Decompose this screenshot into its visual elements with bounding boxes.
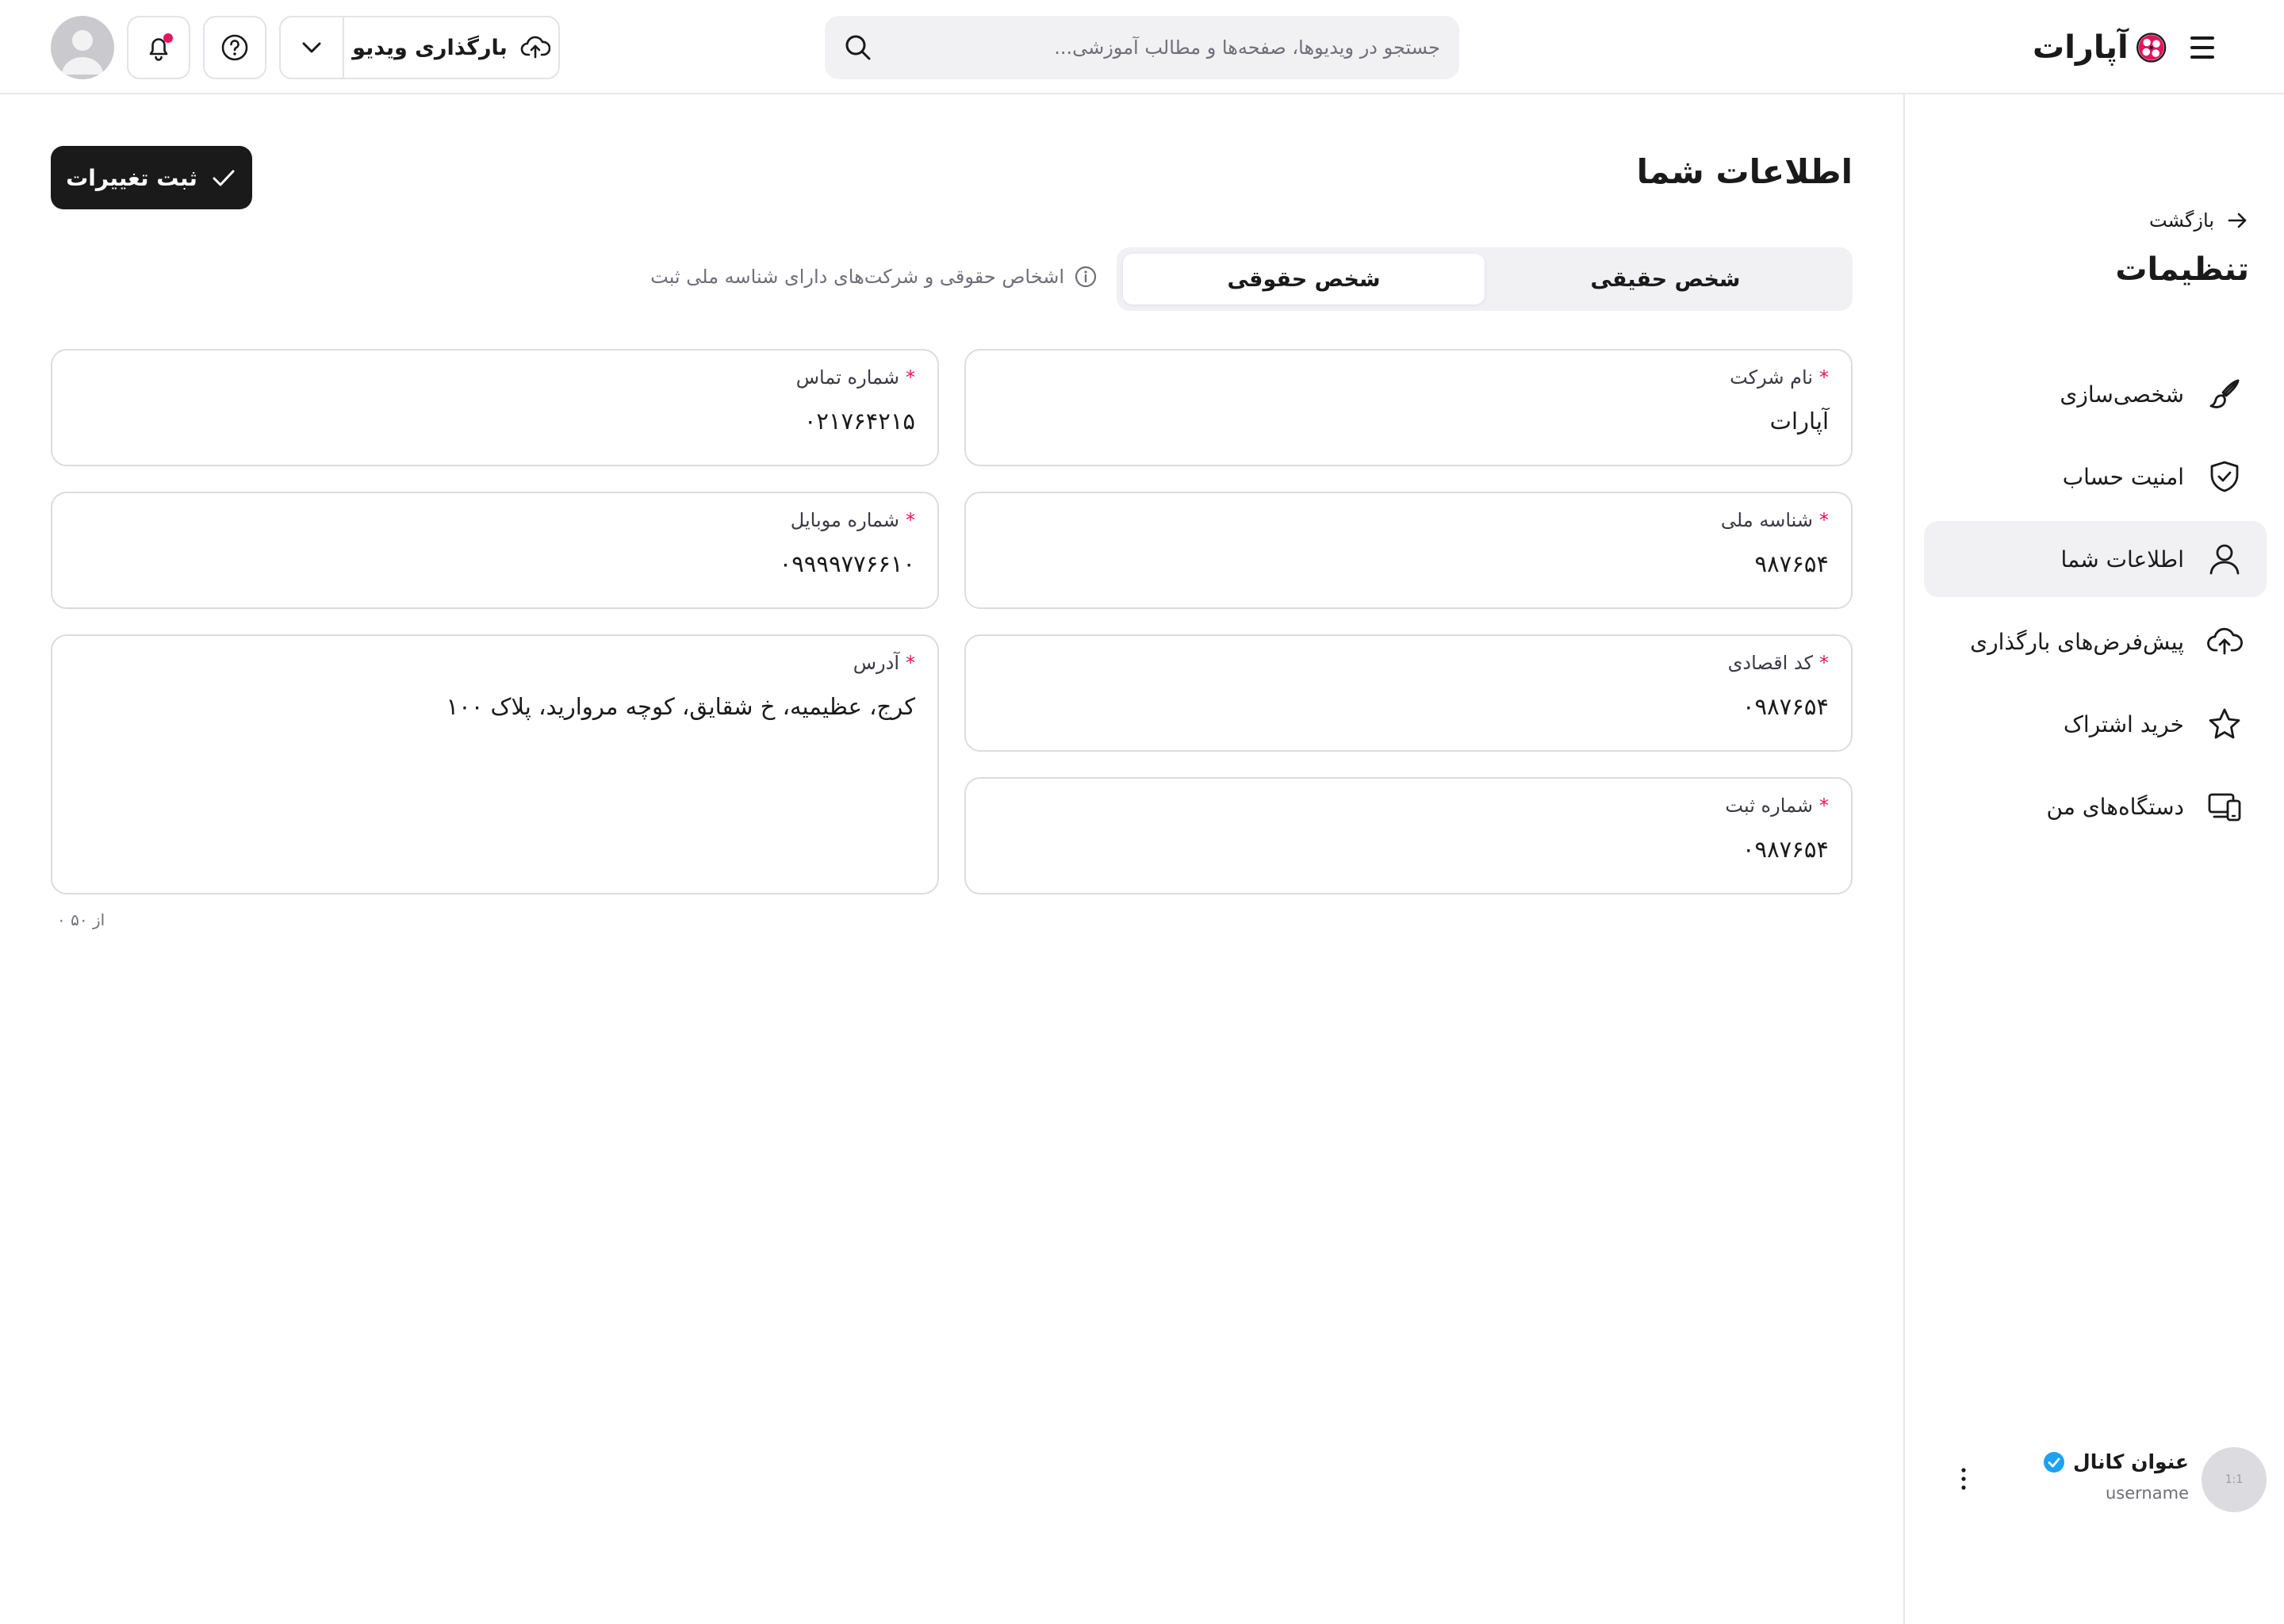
address-char-counter: ۰ از ۵۰ (57, 910, 105, 929)
info-icon (1075, 266, 1097, 288)
required-mark: * (1819, 366, 1829, 389)
arrow-right-icon (2228, 213, 2247, 228)
required-mark: * (1819, 652, 1829, 674)
channel-name-row: عنوان کانال (2043, 1450, 2189, 1473)
mobile-number-label: شماره موبایل (790, 509, 899, 531)
check-icon (213, 170, 235, 186)
cloud-upload-icon (2207, 627, 2243, 655)
sidebar-item-label: امنیت حساب (2062, 463, 2184, 490)
hint-text: اشخاص حقوقی و شرکت‌های دارای شناسه ملی ث… (650, 266, 1064, 288)
sidebar-item-devices[interactable]: دستگاه‌های من (1924, 768, 2267, 845)
help-button[interactable] (203, 16, 266, 79)
sidebar-item-your-info[interactable]: اطلاعات شما (1924, 521, 2267, 597)
menu-icon[interactable] (2187, 33, 2217, 62)
mobile-number-field[interactable]: * شماره موبایل ۰۹۹۹۹۷۷۶۶۱۰ (51, 492, 939, 609)
user-icon (2209, 544, 2240, 575)
devices-icon (2208, 793, 2241, 822)
channel-name: عنوان کانال (2073, 1450, 2189, 1473)
economic-code-value: ۰۹۸۷۶۵۴ (1742, 693, 1829, 720)
company-name-value: آپارات (1769, 408, 1829, 435)
logo-mark-icon (2136, 33, 2167, 63)
tab-natural-person[interactable]: شخص حقیقی (1485, 254, 1846, 304)
economic-code-label: کد اقصادی (1727, 652, 1813, 674)
save-changes-button[interactable]: ثبت تغییرات (51, 146, 252, 209)
tabs-hint: اشخاص حقوقی و شرکت‌های دارای شناسه ملی ث… (650, 265, 1098, 289)
channel-username: username (2106, 1484, 2189, 1503)
registration-number-field[interactable]: * شماره ثبت ۰۹۸۷۶۵۴ (964, 777, 1853, 894)
upload-video-label: بارگذاری ویدیو (352, 35, 508, 60)
sidebar-item-label: دستگاه‌های من (2046, 793, 2184, 820)
mobile-number-value: ۰۹۹۹۹۷۷۶۶۱۰ (779, 550, 915, 577)
field-label: * آدرس (853, 652, 915, 674)
sidebar-item-subscription[interactable]: خرید اشتراک (1924, 686, 2267, 762)
company-name-field[interactable]: * نام شرکت آپارات (964, 349, 1853, 466)
registration-number-label: شماره ثبت (1725, 795, 1813, 817)
aparat-logo[interactable]: آپارات (2033, 22, 2167, 73)
more-vertical-icon[interactable] (1956, 1463, 1972, 1495)
national-id-value: ۹۸۷۶۵۴ (1754, 550, 1829, 577)
required-mark: * (906, 509, 915, 531)
sidebar-item-label: اطلاعات شما (2060, 546, 2184, 573)
address-value: کرج، عظیمیه، خ شقایق، کوچه مروارید، پلاک… (446, 693, 915, 720)
economic-code-field[interactable]: * کد اقصادی ۰۹۸۷۶۵۴ (964, 634, 1853, 752)
sidebar-item-upload-defaults[interactable]: پیش‌فرض‌های بارگذاری (1924, 603, 2267, 680)
settings-title: تنظیمات (2115, 251, 2249, 288)
national-id-label: شناسه ملی (1720, 509, 1813, 531)
notification-dot (163, 33, 173, 43)
settings-sidebar: بازگشت تنظیمات شخصی‌سازی امنیت حساب اطلا… (1903, 94, 2284, 1624)
sidebar-item-label: پیش‌فرض‌های بارگذاری (1970, 628, 2184, 655)
upload-button-group: بارگذاری ویدیو (279, 16, 560, 79)
sidebar-item-label: شخصی‌سازی (2060, 381, 2184, 408)
search-input[interactable] (885, 16, 1440, 79)
field-label: * شماره موبایل (791, 509, 915, 531)
sidebar-item-security[interactable]: امنیت حساب (1924, 439, 2267, 515)
field-label: * شماره تماس (796, 366, 915, 389)
notifications-button[interactable] (127, 16, 190, 79)
page-title: اطلاعات شما (1636, 152, 1853, 191)
address-field[interactable]: * آدرس کرج، عظیمیه، خ شقایق، کوچه مرواری… (51, 634, 939, 894)
person-type-tabs: شخص حقیقی شخص حقوقی (1117, 247, 1853, 311)
save-changes-label: ثبت تغییرات (66, 164, 197, 191)
contact-number-value: ۰۲۱۷۶۴۲۱۵ (803, 408, 915, 435)
contact-number-field[interactable]: * شماره تماس ۰۲۱۷۶۴۲۱۵ (51, 349, 939, 466)
address-label: آدرس (853, 652, 899, 674)
verified-badge-icon (2044, 1451, 2065, 1473)
field-label: * شناسه ملی (1721, 509, 1829, 531)
search-bar[interactable] (825, 16, 1459, 79)
back-label: بازگشت (2149, 209, 2214, 232)
user-avatar[interactable] (51, 16, 114, 79)
required-mark: * (906, 366, 915, 389)
help-icon (221, 34, 248, 61)
field-label: * شماره ثبت (1725, 795, 1829, 817)
channel-card[interactable]: 1:1 عنوان کانال username (1937, 1442, 2267, 1522)
brush-icon (2209, 379, 2240, 408)
sidebar-item-personalization[interactable]: شخصی‌سازی (1924, 356, 2267, 432)
field-label: * کد اقصادی (1728, 652, 1829, 674)
required-mark: * (1819, 795, 1829, 817)
logo-text: آپارات (2033, 29, 2129, 66)
upload-video-button[interactable]: بارگذاری ویدیو (344, 17, 558, 78)
top-header: آپارات بارگذاری ویدیو (0, 0, 2284, 94)
avatar-placeholder-icon (62, 30, 103, 75)
upload-options-button[interactable] (281, 17, 344, 78)
chevron-down-icon (302, 42, 321, 53)
cloud-upload-icon (520, 36, 550, 59)
national-id-field[interactable]: * شناسه ملی ۹۸۷۶۵۴ (964, 492, 1853, 609)
search-icon[interactable] (842, 32, 874, 63)
required-mark: * (906, 652, 915, 674)
registration-number-value: ۰۹۸۷۶۵۴ (1742, 836, 1829, 863)
required-mark: * (1819, 509, 1829, 531)
company-name-label: نام شرکت (1730, 366, 1813, 389)
field-label: * نام شرکت (1730, 366, 1829, 389)
shield-check-icon (2210, 461, 2239, 492)
contact-number-label: شماره تماس (795, 366, 899, 389)
back-link[interactable]: بازگشت (2149, 209, 2249, 232)
sidebar-item-label: خرید اشتراک (2063, 710, 2184, 737)
channel-avatar: 1:1 (2202, 1447, 2267, 1512)
star-icon (2209, 708, 2240, 739)
tab-legal-person[interactable]: شخص حقوقی (1123, 254, 1485, 304)
